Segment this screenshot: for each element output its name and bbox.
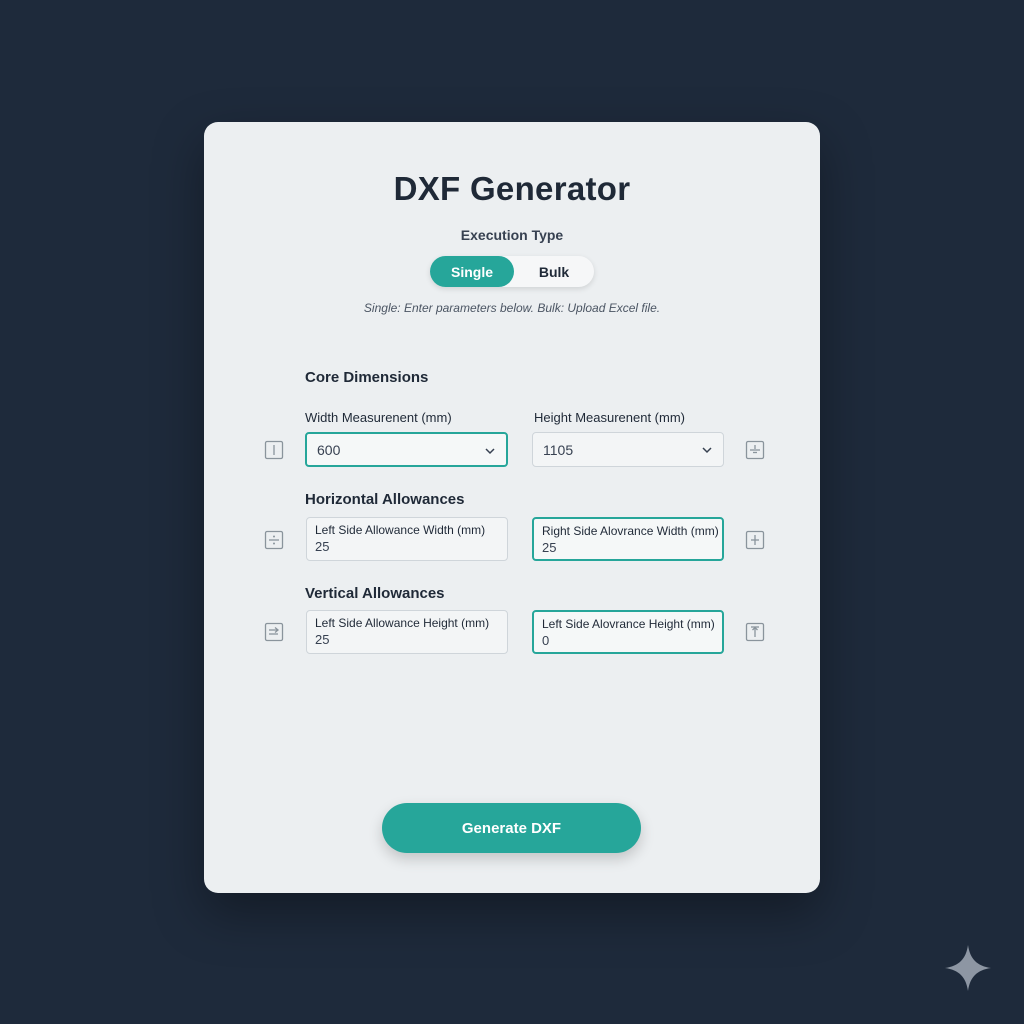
execution-type-toggle: Single Bulk (430, 256, 594, 287)
execution-hint: Single: Enter parameters below. Bulk: Up… (363, 301, 661, 315)
width-value: 600 (317, 441, 341, 458)
arrow-right-box-icon (264, 622, 284, 642)
width-ruler-icon (264, 440, 284, 460)
right-allowance-height-field[interactable]: Left Side Alovrance Height (mm) 0 (532, 610, 724, 654)
chevron-down-icon (484, 444, 496, 456)
arrow-up-box-icon (745, 622, 765, 642)
left-allowance-height-label: Left Side Allowance Height (mm) (315, 616, 490, 630)
toggle-single[interactable]: Single (430, 256, 514, 287)
execution-type-label: Execution Type (460, 227, 564, 243)
height-select[interactable]: 1105 (532, 432, 724, 467)
height-label: Height Measurenent (mm) (534, 410, 685, 425)
generate-dxf-button[interactable]: Generate DXF (382, 803, 641, 853)
right-allowance-width-label: Right Side Alovrance Width (mm) (542, 524, 719, 538)
chevron-down-icon (701, 443, 713, 455)
left-allowance-width-value: 25 (315, 539, 330, 554)
horizontal-allowances-heading: Horizontal Allowances (305, 491, 465, 508)
page-title: DXF Generator (393, 170, 631, 207)
right-allowance-height-label: Left Side Alovrance Height (mm) (542, 617, 715, 631)
vertical-allowances-heading: Vertical Allowances (305, 585, 445, 602)
divide-icon (264, 530, 284, 550)
left-allowance-height-field[interactable]: Left Side Allowance Height (mm) 25 (306, 610, 508, 654)
core-dimensions-heading: Core Dimensions (305, 369, 429, 386)
right-allowance-height-value: 0 (542, 633, 550, 648)
right-allowance-width-field[interactable]: Right Side Alovrance Width (mm) 25 (532, 517, 724, 561)
left-allowance-width-label: Left Side Allowance Width (mm) (315, 523, 486, 537)
left-allowance-height-value: 25 (315, 632, 330, 647)
generator-card: DXF Generator Execution Type Single Bulk… (204, 122, 820, 893)
sparkle-icon (943, 943, 993, 993)
toggle-bulk[interactable]: Bulk (514, 256, 594, 287)
left-allowance-width-field[interactable]: Left Side Allowance Width (mm) 25 (306, 517, 508, 561)
width-label: Width Measurenent (mm) (305, 410, 452, 425)
height-split-icon (745, 440, 765, 460)
plus-icon (745, 530, 765, 550)
height-value: 1105 (543, 441, 574, 458)
right-allowance-width-value: 25 (542, 540, 557, 555)
width-select[interactable]: 600 (305, 432, 508, 467)
